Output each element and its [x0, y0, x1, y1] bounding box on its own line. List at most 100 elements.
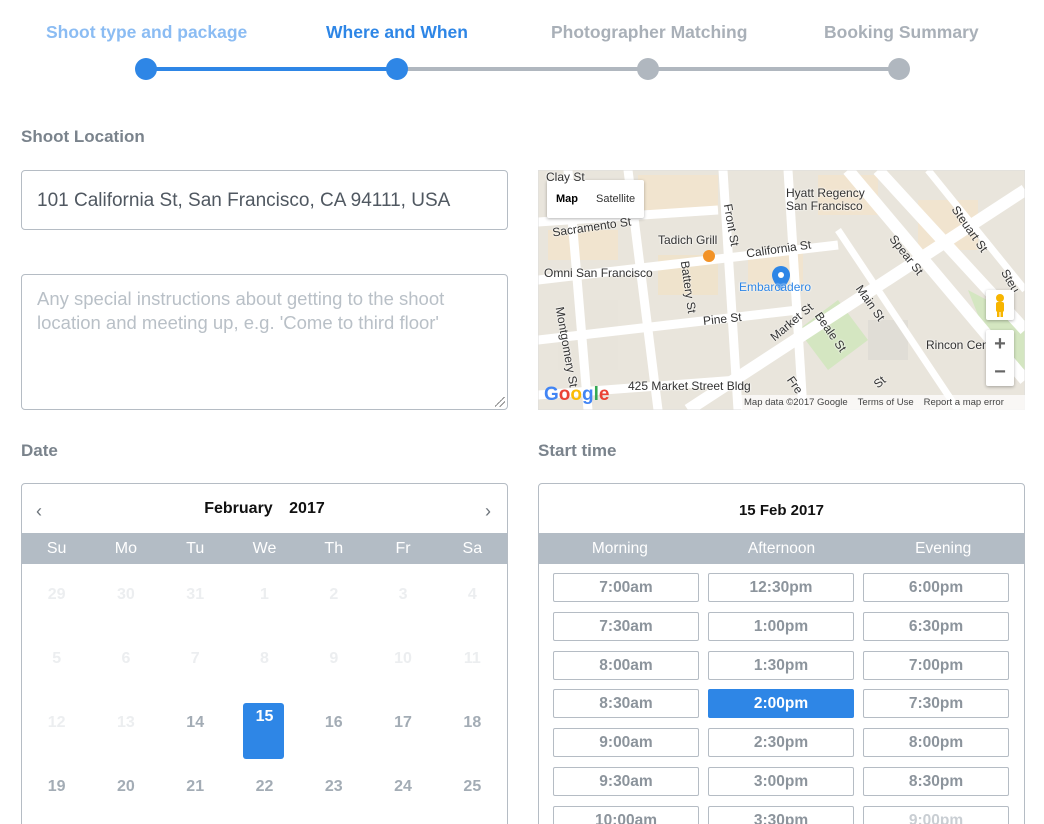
map-label-hyatt-2: San Francisco [786, 199, 863, 213]
step-label-where-when: Where and When [326, 22, 468, 42]
zoom-in-button[interactable]: + [986, 330, 1014, 358]
calendar-day-number: 18 [463, 714, 482, 731]
time-slot[interactable]: 9:30am [553, 767, 699, 796]
calendar-day-number: 29 [47, 586, 66, 603]
time-slot[interactable]: 1:00pm [708, 611, 854, 641]
calendar-day: 31 [161, 564, 230, 628]
time-slot[interactable]: 9:00am [553, 728, 699, 758]
calendar-day: 3 [368, 564, 437, 628]
time-slot[interactable]: 10:00am [553, 805, 699, 824]
calendar-day-number: 15 [255, 708, 274, 725]
calendar-day-selected[interactable]: 15 [230, 692, 299, 759]
time-slot[interactable]: 8:30am [553, 689, 699, 719]
map-label-rincon: Rincon Cen [926, 338, 989, 352]
time-slot[interactable]: 1:30pm [708, 650, 854, 680]
time-slot[interactable]: 9:00pm [863, 805, 1009, 824]
selected-date-label: 15 Feb 2017 [738, 502, 825, 519]
time-slot[interactable]: 7:30pm [863, 689, 1009, 719]
step-line-complete [146, 67, 397, 71]
period-afternoon: Afternoon [747, 540, 816, 557]
calendar-day: 5 [22, 628, 91, 692]
calendar-day[interactable]: 22 [230, 756, 299, 820]
date-calendar: ‹ February 2017 › Su Mo Tu We Th Fr Sa 2… [21, 483, 508, 824]
calendar-day-number: 13 [117, 714, 135, 731]
calendar-day[interactable]: 16 [299, 692, 368, 756]
calendar-day: 7 [161, 628, 230, 692]
next-month-icon[interactable]: › [485, 501, 491, 522]
map-attribution: Map data ©2017 Google Terms of Use Repor… [741, 395, 1025, 410]
calendar-day-number: 24 [394, 778, 412, 795]
calendar-day[interactable]: 20 [91, 756, 160, 820]
step-dot-shoot-type[interactable] [135, 58, 157, 80]
calendar-day-number: 11 [463, 650, 481, 667]
step-label-booking-summary: Booking Summary [824, 22, 979, 42]
calendar-day: 13 [91, 692, 160, 756]
calendar-day: 29 [22, 564, 91, 628]
calendar-day[interactable]: 25 [438, 756, 507, 820]
calendar-day-number: 22 [255, 778, 274, 795]
calendar-day-number: 16 [324, 714, 343, 731]
map-report-error-link[interactable]: Report a map error [924, 397, 1004, 408]
map-label-omni: Omni San Francisco [544, 266, 653, 280]
time-slot[interactable]: 7:30am [553, 611, 699, 641]
time-slot[interactable]: 6:00pm [863, 573, 1009, 602]
calendar-day-number: 31 [186, 586, 205, 603]
weekday-th: Th [324, 540, 344, 557]
time-slot[interactable]: 7:00pm [863, 650, 1009, 680]
calendar-day-number: 17 [394, 714, 412, 731]
calendar-day[interactable]: 19 [22, 756, 91, 820]
time-slot[interactable]: 12:30pm [708, 573, 854, 602]
time-slot[interactable]: 8:30pm [863, 767, 1009, 796]
calendar-month-year: February 2017 [22, 500, 507, 518]
calendar-day[interactable]: 24 [368, 756, 437, 820]
calendar-day-number: 1 [260, 586, 269, 603]
time-slot[interactable]: 7:00am [553, 573, 699, 602]
textarea-resize-icon[interactable] [495, 397, 505, 407]
weekday-fr: Fr [395, 540, 411, 557]
special-instructions-textarea[interactable]: Any special instructions about getting t… [21, 274, 508, 410]
calendar-day[interactable]: 17 [368, 692, 437, 756]
shoot-location-heading: Shoot Location [21, 127, 145, 146]
map-terms-link[interactable]: Terms of Use [858, 397, 914, 408]
calendar-day[interactable]: 14 [161, 692, 230, 756]
calendar-day: 6 [91, 628, 160, 692]
calendar-year: 2017 [289, 500, 325, 517]
weekday-mo: Mo [114, 540, 138, 557]
map-type-map-button[interactable]: Map [547, 180, 587, 218]
calendar-header: ‹ February 2017 › [22, 484, 507, 534]
calendar-day-number: 7 [190, 650, 200, 667]
map-label-hyatt: Hyatt Regency [786, 186, 865, 200]
location-map[interactable]: Map Satellite Clay St Hyatt Regency San … [538, 170, 1025, 410]
calendar-day[interactable]: 23 [299, 756, 368, 820]
calendar-day-number: 14 [186, 714, 205, 731]
calendar-day-number: 5 [52, 650, 62, 667]
calendar-week-row: 19 20 21 22 23 24 25 [22, 756, 507, 820]
time-slot[interactable]: 2:30pm [708, 728, 854, 758]
step-dot-photographer-matching [637, 58, 659, 80]
calendar-day: 8 [230, 628, 299, 692]
step-label-photographer-matching: Photographer Matching [551, 22, 748, 42]
time-slot[interactable]: 8:00pm [863, 728, 1009, 758]
calendar-day: 30 [91, 564, 160, 628]
step-label-shoot-type[interactable]: Shoot type and package [46, 22, 247, 43]
street-view-pegman-icon[interactable] [986, 290, 1014, 320]
time-slot-selected[interactable]: 2:00pm [708, 689, 854, 719]
calendar-day-number: 10 [394, 650, 412, 667]
calendar-day[interactable]: 18 [438, 692, 507, 756]
calendar-day-number: 3 [398, 586, 408, 603]
time-slot[interactable]: 8:00am [553, 650, 699, 680]
step-dot-booking-summary [888, 58, 910, 80]
map-zoom-control: + − [986, 330, 1014, 386]
map-type-satellite-button[interactable]: Satellite [587, 180, 644, 218]
time-slot[interactable]: 3:30pm [708, 805, 854, 824]
period-evening: Evening [915, 540, 972, 557]
map-label-clay: Clay St [546, 170, 585, 184]
time-slot[interactable]: 3:00pm [708, 767, 854, 796]
calendar-day-number: 4 [467, 586, 477, 603]
zoom-out-button[interactable]: − [986, 358, 1014, 386]
calendar-day[interactable]: 21 [161, 756, 230, 820]
address-input[interactable]: 101 California St, San Francisco, CA 941… [21, 170, 508, 230]
calendar-day: 12 [22, 692, 91, 756]
time-slot[interactable]: 6:30pm [863, 611, 1009, 641]
step-dot-where-when [386, 58, 408, 80]
